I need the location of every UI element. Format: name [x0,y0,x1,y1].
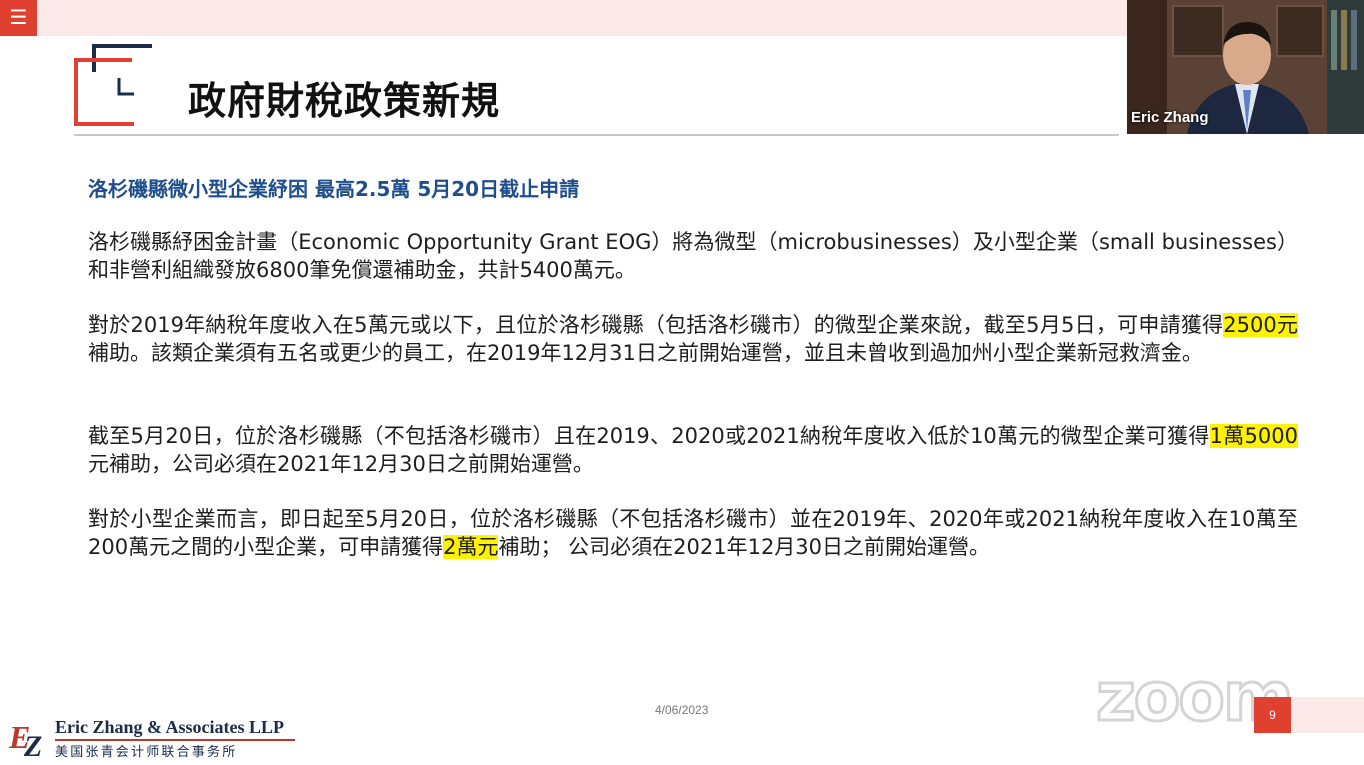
paragraph-1-text: 洛杉磯縣紓困金計畫（Economic Opportunity Grant EOG… [88,230,1298,282]
paragraph-1: 洛杉磯縣紓困金計畫（Economic Opportunity Grant EOG… [88,228,1298,284]
slide-date: 4/06/2023 [655,703,709,717]
paragraph-3-text-a: 截至5月20日，位於洛杉磯縣（不包括洛杉磯市）且在2019、2020或2021納… [88,424,1210,448]
paragraph-2-text-a: 對於2019年納稅年度收入在5萬元或以下，且位於洛杉磯縣（包括洛杉磯市）的微型企… [88,313,1224,337]
paragraph-4: 對於小型企業而言，即日起至5月20日，位於洛杉磯縣（不包括洛杉磯市）並在2019… [88,505,1298,561]
paragraph-2-text-b: 補助。該類企業須有五名或更少的員工，在2019年12月31日之前開始運營，並且未… [88,341,1203,365]
paragraph-3-text-b: 元補助，公司必須在2021年12月30日之前開始運營。 [88,452,594,476]
hamburger-icon: ☰ [9,5,28,29]
slide-headline: 洛杉磯縣微小型企業紓困 最高2.5萬 5月20日截止申請 [88,177,580,201]
menu-button[interactable]: ☰ [0,0,37,36]
firm-chinese-name: 美国张青会计师联合事务所 [55,745,238,760]
paragraph-2-highlight: 2500元 [1223,313,1298,337]
paragraph-2: 對於2019年納稅年度收入在5萬元或以下，且位於洛杉磯縣（包括洛杉磯市）的微型企… [88,311,1298,367]
slide-title: 政府財稅政策新規 [188,79,501,123]
paragraph-4-text-b: 補助； 公司必須在2021年12月30日之前開始運營。 [498,535,991,559]
slide-logo-icon [74,44,152,126]
paragraph-4-highlight: 2萬元 [443,535,499,559]
svg-text:Z: Z [23,730,42,758]
title-divider [74,134,1119,136]
paragraph-3-highlight: 1萬5000 [1209,424,1298,448]
page-number-badge: 9 [1254,697,1291,733]
paragraph-3: 截至5月20日，位於洛杉磯縣（不包括洛杉磯市）且在2019、2020或2021納… [88,422,1298,478]
participant-video-tile[interactable]: Eric Zhang [1127,0,1364,134]
bottom-right-band [1286,697,1364,733]
firm-logo-icon: E Z [8,719,42,758]
firm-name: Eric Zhang & Associates LLP [55,717,285,737]
participant-name: Eric Zhang [1131,109,1209,126]
